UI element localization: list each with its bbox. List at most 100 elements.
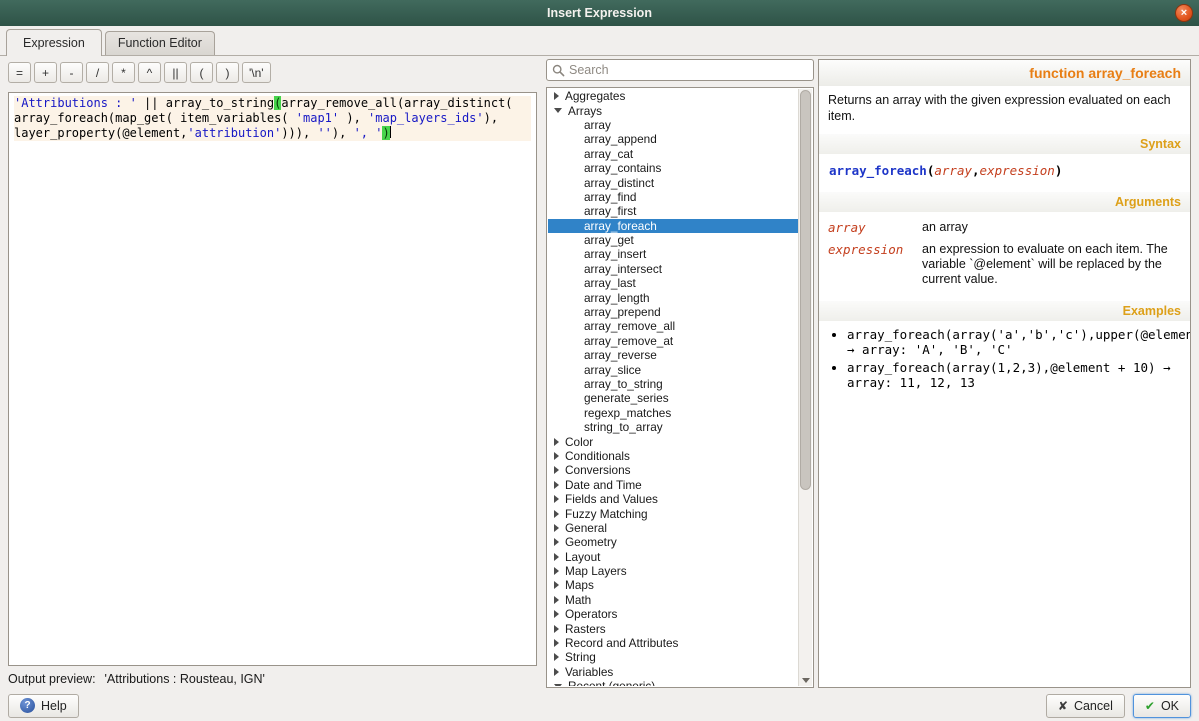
tree-item-array-distinct[interactable]: array_distinct [548, 175, 798, 189]
tree-item-array-reverse[interactable]: array_reverse [548, 348, 798, 362]
expander-icon[interactable] [554, 639, 559, 647]
code-segment: ), [339, 111, 368, 125]
expander-icon[interactable] [554, 92, 559, 100]
tree-item-generate-series[interactable]: generate_series [548, 391, 798, 405]
tree-scrollbar[interactable] [798, 89, 812, 686]
expander-icon[interactable] [554, 108, 562, 113]
expander-icon[interactable] [554, 481, 559, 489]
tree-group-color[interactable]: Color [548, 434, 798, 448]
tree-item-array-prepend[interactable]: array_prepend [548, 305, 798, 319]
expander-icon[interactable] [554, 567, 559, 575]
tree-group-variables[interactable]: Variables [548, 665, 798, 679]
tree-item-array-insert[interactable]: array_insert [548, 247, 798, 261]
tree-group-operators[interactable]: Operators [548, 607, 798, 621]
operator-button-2[interactable]: + [34, 62, 57, 83]
output-preview: Output preview:'Attributions : Rousteau,… [8, 672, 537, 688]
tree-group-string[interactable]: String [548, 650, 798, 664]
tree-item-array-to-string[interactable]: array_to_string [548, 377, 798, 391]
ok-button[interactable]: ✔ OK [1133, 694, 1191, 718]
examples-header: Examples [819, 301, 1190, 321]
tree-item-array-last[interactable]: array_last [548, 276, 798, 290]
operator-button-7[interactable]: || [164, 62, 187, 83]
operator-button-1[interactable]: = [8, 62, 31, 83]
scrollbar-thumb[interactable] [800, 90, 811, 490]
tree-item-array-contains[interactable]: array_contains [548, 161, 798, 175]
close-icon[interactable]: × [1175, 4, 1193, 22]
expander-icon[interactable] [554, 538, 559, 546]
tree-item-array-remove-at[interactable]: array_remove_at [548, 334, 798, 348]
tree-item-array-intersect[interactable]: array_intersect [548, 262, 798, 276]
tree-group-conversions[interactable]: Conversions [548, 463, 798, 477]
expander-icon[interactable] [554, 438, 559, 446]
tree-group-layout[interactable]: Layout [548, 550, 798, 564]
expander-icon[interactable] [554, 495, 559, 503]
code-segment: array_remove_all(array_distinct( [281, 96, 512, 110]
operator-button-10[interactable]: '\n' [242, 62, 271, 83]
operator-button-4[interactable]: / [86, 62, 109, 83]
example-item: array_foreach(array(1,2,3),@element + 10… [847, 360, 1180, 390]
tree-label: regexp_matches [584, 406, 671, 420]
operator-button-5[interactable]: * [112, 62, 135, 83]
syntax-segment: , [972, 163, 980, 178]
tree-group-aggregates[interactable]: Aggregates [548, 89, 798, 103]
expression-panel: =+-/*^||()'\n' 'Attributions : ' || arra… [8, 62, 537, 690]
tree-item-array-foreach[interactable]: array_foreach [548, 219, 798, 233]
tree-item-array-find[interactable]: array_find [548, 190, 798, 204]
tree-item-string-to-array[interactable]: string_to_array [548, 420, 798, 434]
operator-button-9[interactable]: ) [216, 62, 239, 83]
expander-icon[interactable] [554, 452, 559, 460]
operator-button-3[interactable]: - [60, 62, 83, 83]
search-input[interactable] [569, 63, 808, 77]
tree-group-fuzzy-matching[interactable]: Fuzzy Matching [548, 506, 798, 520]
expander-icon[interactable] [554, 524, 559, 532]
tree-group-recent-generic[interactable]: Recent (generic) [548, 679, 798, 686]
expander-icon[interactable] [554, 653, 559, 661]
code-segment: '' [317, 126, 331, 140]
tree-item-array-get[interactable]: array_get [548, 233, 798, 247]
argument-name: array [828, 220, 916, 235]
expression-editor[interactable]: 'Attributions : ' || array_to_string(arr… [8, 92, 537, 666]
tree-item-array-length[interactable]: array_length [548, 290, 798, 304]
code-segment: ), [332, 126, 354, 140]
code-segment: ', ' [354, 126, 383, 140]
expander-icon[interactable] [554, 610, 559, 618]
syntax-segment: ) [1055, 163, 1063, 178]
tree-group-arrays[interactable]: Arrays [548, 103, 798, 117]
tree-group-fields-and-values[interactable]: Fields and Values [548, 492, 798, 506]
tree-item-regexp-matches[interactable]: regexp_matches [548, 406, 798, 420]
expander-icon[interactable] [554, 596, 559, 604]
expander-icon[interactable] [554, 625, 559, 633]
expander-icon[interactable] [554, 553, 559, 561]
operator-button-8[interactable]: ( [190, 62, 213, 83]
tree-item-array-append[interactable]: array_append [548, 132, 798, 146]
tab-expression[interactable]: Expression [6, 29, 102, 56]
operator-button-6[interactable]: ^ [138, 62, 161, 83]
expander-icon[interactable] [554, 684, 562, 686]
tree-item-array-first[interactable]: array_first [548, 204, 798, 218]
tree-group-geometry[interactable]: Geometry [548, 535, 798, 549]
example-item: array_foreach(array('a','b','c'),upper(@… [847, 327, 1180, 357]
tree-group-date-and-time[interactable]: Date and Time [548, 478, 798, 492]
tree-group-conditionals[interactable]: Conditionals [548, 449, 798, 463]
expander-icon[interactable] [554, 466, 559, 474]
expander-icon[interactable] [554, 581, 559, 589]
tree-label: Conditionals [565, 449, 630, 463]
tab-function-editor[interactable]: Function Editor [105, 31, 215, 55]
tree-item-array-cat[interactable]: array_cat [548, 147, 798, 161]
scrollbar-down-arrow-icon[interactable] [802, 678, 810, 683]
tree-group-math[interactable]: Math [548, 593, 798, 607]
help-button[interactable]: ? Help [8, 694, 79, 718]
expander-icon[interactable] [554, 668, 559, 676]
tree-group-rasters[interactable]: Rasters [548, 621, 798, 635]
tree-group-maps[interactable]: Maps [548, 578, 798, 592]
cancel-button[interactable]: ✘ Cancel [1046, 694, 1125, 718]
tree-item-array[interactable]: array [548, 118, 798, 132]
tree-item-array-slice[interactable]: array_slice [548, 362, 798, 376]
tree-group-map-layers[interactable]: Map Layers [548, 564, 798, 578]
expander-icon[interactable] [554, 510, 559, 518]
tree-group-record-and-attributes[interactable]: Record and Attributes [548, 636, 798, 650]
function-tree-rows: AggregatesArraysarrayarray_appendarray_c… [548, 89, 798, 686]
tree-label: Rasters [565, 622, 606, 636]
tree-item-array-remove-all[interactable]: array_remove_all [548, 319, 798, 333]
tree-group-general[interactable]: General [548, 521, 798, 535]
